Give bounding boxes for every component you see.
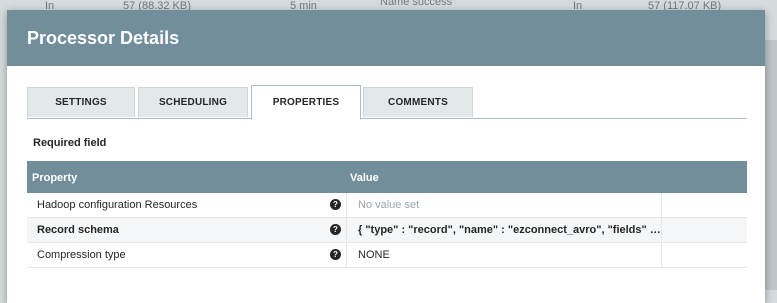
table-row[interactable]: Hadoop configuration Resources ? No valu… — [27, 193, 747, 218]
tab-divider — [27, 118, 747, 119]
tab-comments[interactable]: COMMENTS — [363, 87, 473, 117]
bg-side-panel — [765, 40, 777, 290]
question-circle-icon[interactable]: ? — [330, 249, 341, 260]
dialog-title: Processor Details — [27, 28, 180, 48]
table-row[interactable]: Compression type ? NONE — [27, 243, 747, 268]
bg-name: Name success — [380, 0, 453, 8]
tab-settings-label: SETTINGS — [55, 97, 107, 108]
tab-properties-label: PROPERTIES — [272, 97, 340, 108]
property-value[interactable]: { "type" : "record", "name" : "ezconnect… — [346, 218, 662, 242]
question-circle-icon[interactable]: ? — [330, 199, 341, 210]
tab-scheduling[interactable]: SCHEDULING — [138, 87, 248, 117]
processor-details-dialog: Processor Details SETTINGS SCHEDULING PR… — [7, 10, 765, 303]
column-header-value[interactable]: Value — [350, 161, 379, 195]
dialog-header: Processor Details — [7, 10, 765, 66]
question-circle-icon[interactable]: ? — [330, 224, 341, 235]
properties-table: Property Value Hadoop configuration Reso… — [27, 161, 747, 268]
required-field-label: Required field — [33, 137, 107, 149]
property-name: Record schema — [37, 224, 119, 236]
property-value[interactable]: No value set — [346, 193, 662, 217]
tab-comments-label: COMMENTS — [388, 97, 448, 108]
property-name: Compression type — [37, 249, 126, 261]
property-value[interactable]: NONE — [346, 243, 662, 267]
tab-scheduling-label: SCHEDULING — [158, 97, 228, 108]
table-header: Property Value — [27, 161, 747, 193]
table-row[interactable]: Record schema ? { "type" : "record", "na… — [27, 218, 747, 243]
column-header-property[interactable]: Property — [32, 161, 77, 195]
tab-properties[interactable]: PROPERTIES — [251, 85, 361, 120]
property-name: Hadoop configuration Resources — [37, 199, 198, 211]
tab-settings[interactable]: SETTINGS — [27, 87, 135, 117]
